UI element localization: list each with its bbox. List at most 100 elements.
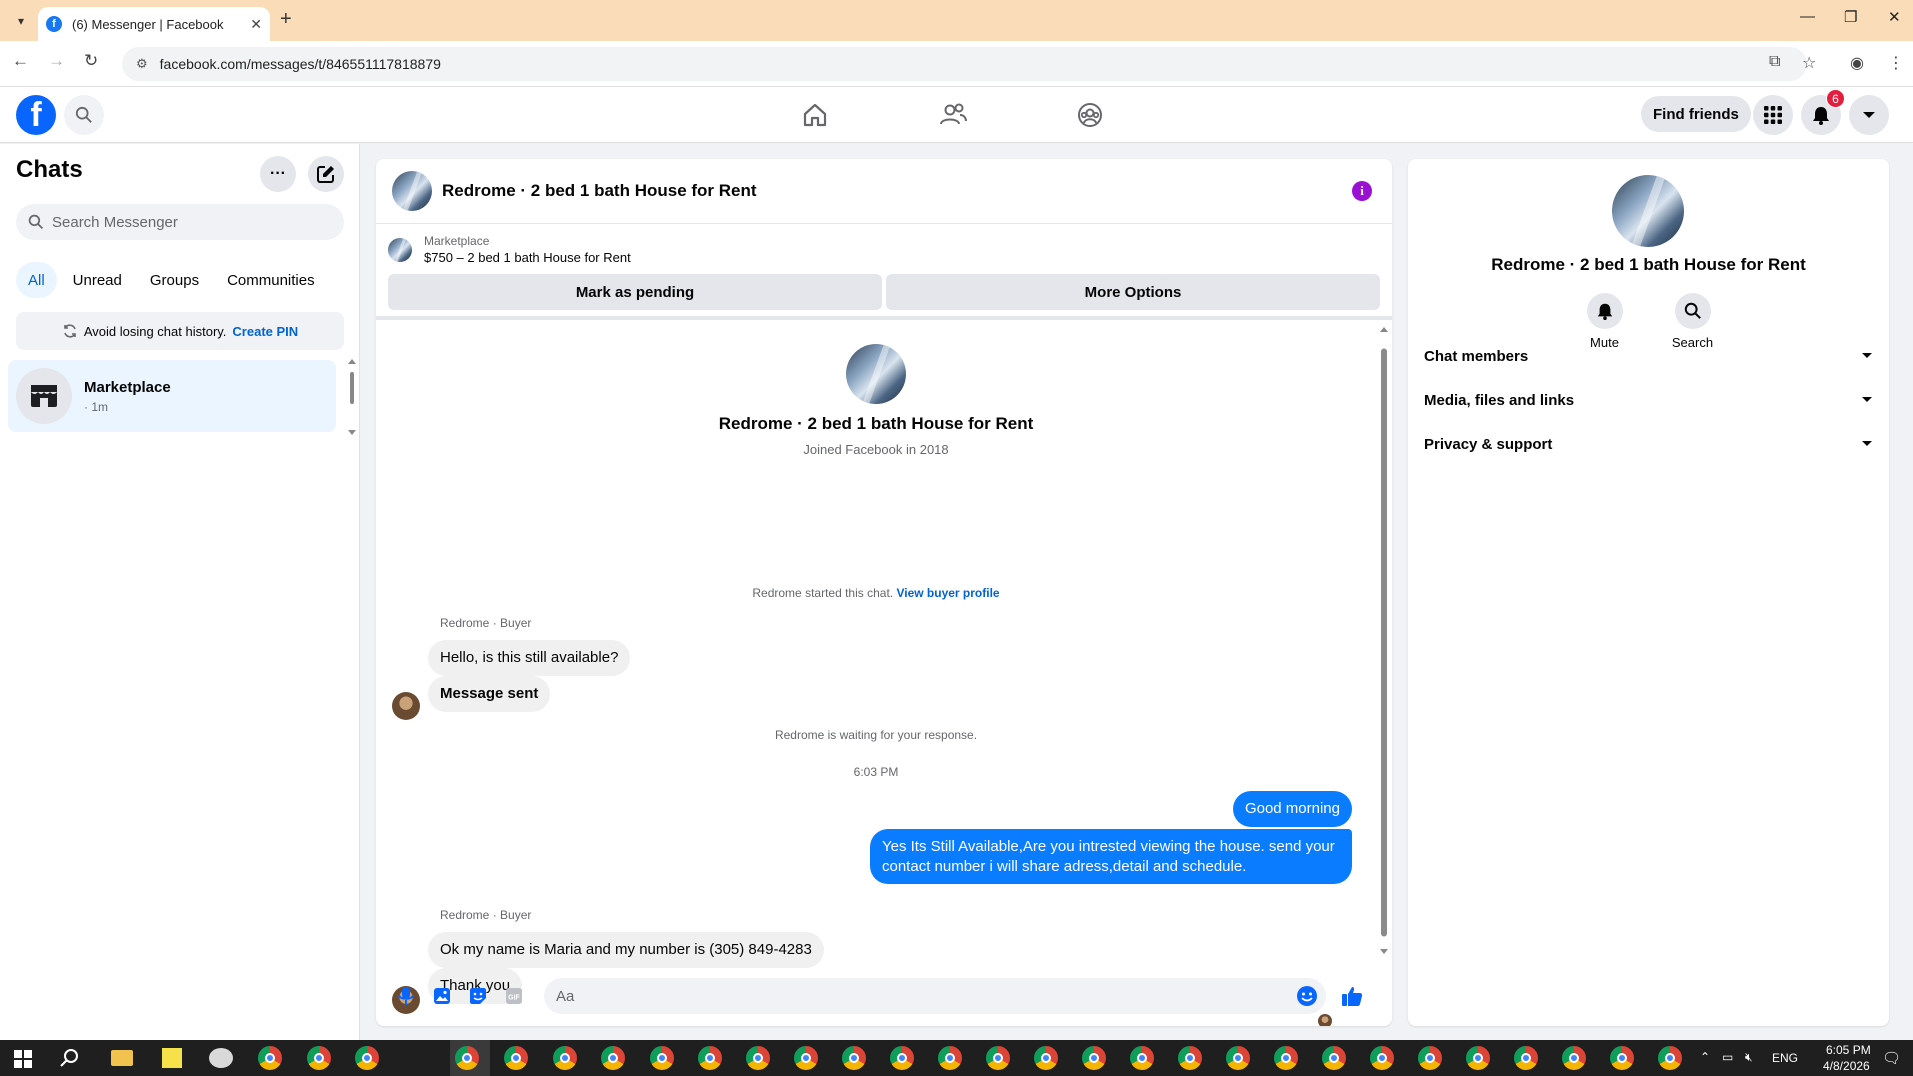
facebook-logo-icon[interactable]: f <box>16 95 56 135</box>
conversation-title[interactable]: Redrome · 2 bed 1 bath House for Rent <box>442 181 757 201</box>
incoming-message[interactable]: Message sent <box>428 676 551 712</box>
message-input[interactable] <box>556 987 1256 1005</box>
new-tab-icon[interactable]: + <box>280 8 292 31</box>
close-window-icon[interactable]: ✕ <box>1888 8 1901 26</box>
clock-date[interactable]: 4/8/2026 <box>1823 1059 1870 1073</box>
sticker-button[interactable] <box>460 978 496 1014</box>
listing-price[interactable]: $750 – 2 bed 1 bath House for Rent <box>424 250 631 265</box>
outgoing-message[interactable]: Good morning <box>1232 791 1352 827</box>
filter-groups[interactable]: Groups <box>138 262 211 298</box>
profile-icon[interactable]: ◉ <box>1850 53 1864 73</box>
sidebar-scrollbar[interactable] <box>348 358 356 438</box>
view-buyer-profile-link[interactable]: View buyer profile <box>896 586 999 600</box>
address-bar[interactable]: ⚙ facebook.com/messages/t/84655111781887… <box>122 47 1807 81</box>
message-input-wrapper[interactable] <box>544 978 1326 1014</box>
chrome-taskbar-icon[interactable] <box>986 1046 1010 1070</box>
chrome-taskbar-icon[interactable] <box>455 1046 479 1070</box>
filter-communities[interactable]: Communities <box>215 262 327 298</box>
outgoing-message[interactable]: Yes Its Still Available,Are you intreste… <box>870 829 1352 884</box>
emoji-button[interactable] <box>1296 985 1318 1012</box>
details-avatar[interactable] <box>1612 175 1684 247</box>
menu-button[interactable] <box>1753 95 1793 135</box>
filter-all[interactable]: All <box>16 262 57 298</box>
chrome-taskbar-icon[interactable] <box>842 1046 866 1070</box>
gif-button[interactable]: GIF <box>496 978 532 1014</box>
media-files-links-section[interactable]: Media, files and links <box>1416 378 1881 422</box>
chrome-taskbar-icon[interactable] <box>1418 1046 1442 1070</box>
forward-icon[interactable]: → <box>48 51 65 71</box>
conversation-avatar[interactable] <box>392 171 432 211</box>
groups-nav-button[interactable] <box>1076 101 1104 129</box>
like-button[interactable] <box>1334 978 1370 1014</box>
messenger-search[interactable] <box>16 204 344 240</box>
chrome-taskbar-icon[interactable] <box>307 1046 331 1070</box>
chrome-taskbar-icon[interactable] <box>938 1046 962 1070</box>
windows-start-icon[interactable] <box>14 1050 32 1068</box>
chrome-taskbar-icon[interactable] <box>794 1046 818 1070</box>
chrome-taskbar-icon[interactable] <box>504 1046 528 1070</box>
more-options-button[interactable]: More Options <box>886 274 1380 310</box>
new-message-button[interactable] <box>308 156 344 192</box>
file-explorer-icon[interactable] <box>111 1050 133 1066</box>
reload-icon[interactable]: ↻ <box>84 51 98 71</box>
chrome-taskbar-icon[interactable] <box>1370 1046 1394 1070</box>
bookmark-star-icon[interactable]: ☆ <box>1802 53 1816 73</box>
chrome-taskbar-icon[interactable] <box>1034 1046 1058 1070</box>
friends-nav-button[interactable] <box>939 101 967 129</box>
chrome-taskbar-icon[interactable] <box>1658 1046 1682 1070</box>
chrome-taskbar-icon[interactable] <box>1130 1046 1154 1070</box>
intro-avatar[interactable] <box>846 344 906 404</box>
account-button[interactable] <box>1849 95 1889 135</box>
chat-members-section[interactable]: Chat members <box>1416 334 1881 378</box>
chrome-taskbar-icon[interactable] <box>1274 1046 1298 1070</box>
paint-icon[interactable] <box>209 1048 233 1068</box>
mark-as-pending-button[interactable]: Mark as pending <box>388 274 882 310</box>
site-info-icon[interactable]: ⚙ <box>136 56 148 72</box>
chrome-taskbar-icon[interactable] <box>1610 1046 1634 1070</box>
privacy-support-section[interactable]: Privacy & support <box>1416 422 1881 466</box>
chrome-taskbar-icon[interactable] <box>1226 1046 1250 1070</box>
language-indicator[interactable]: ENG <box>1772 1051 1798 1065</box>
chrome-taskbar-icon[interactable] <box>890 1046 914 1070</box>
thread-scrollbar[interactable] <box>1376 324 1392 959</box>
chrome-taskbar-icon[interactable] <box>258 1046 282 1070</box>
notification-center-icon[interactable]: 🗨︎ <box>1882 1049 1901 1067</box>
network-icon[interactable]: ▭ <box>1722 1050 1733 1064</box>
minimize-icon[interactable]: — <box>1800 8 1815 25</box>
chrome-taskbar-icon[interactable] <box>355 1046 379 1070</box>
taskbar-search-icon[interactable] <box>60 1048 80 1068</box>
chrome-taskbar-icon[interactable] <box>553 1046 577 1070</box>
browser-menu-icon[interactable]: ⋮ <box>1888 53 1904 73</box>
search-messenger-input[interactable] <box>52 213 322 231</box>
chrome-taskbar-icon[interactable] <box>698 1046 722 1070</box>
sender-avatar[interactable] <box>392 692 420 720</box>
browser-tab[interactable]: f (6) Messenger | Facebook ✕ <box>38 7 270 41</box>
chrome-taskbar-icon[interactable] <box>1514 1046 1538 1070</box>
incoming-message[interactable]: Ok my name is Maria and my number is (30… <box>428 932 824 968</box>
clock-time[interactable]: 6:05 PM <box>1826 1043 1871 1057</box>
chrome-taskbar-icon[interactable] <box>650 1046 674 1070</box>
sticky-notes-icon[interactable] <box>162 1048 182 1068</box>
filter-unread[interactable]: Unread <box>61 262 134 298</box>
chrome-taskbar-icon[interactable] <box>601 1046 625 1070</box>
find-friends-button[interactable]: Find friends <box>1641 96 1751 132</box>
chats-options-button[interactable]: ··· <box>260 156 296 192</box>
listing-thumbnail[interactable] <box>388 237 412 262</box>
chrome-taskbar-icon[interactable] <box>1082 1046 1106 1070</box>
back-icon[interactable]: ← <box>12 51 29 71</box>
chrome-taskbar-icon[interactable] <box>1562 1046 1586 1070</box>
chrome-taskbar-icon[interactable] <box>1322 1046 1346 1070</box>
attach-media-button[interactable] <box>424 978 460 1014</box>
close-tab-icon[interactable]: ✕ <box>250 16 262 33</box>
facebook-search-button[interactable] <box>64 95 104 135</box>
chrome-taskbar-icon[interactable] <box>1178 1046 1202 1070</box>
install-app-icon[interactable]: ⧉ <box>1769 53 1780 71</box>
voice-clip-button[interactable] <box>388 978 424 1014</box>
incoming-message[interactable]: Hello, is this still available? <box>428 640 631 676</box>
tab-search-chevron-icon[interactable]: ▾ <box>10 10 32 32</box>
create-pin-link[interactable]: Create PIN <box>232 324 298 339</box>
chrome-taskbar-icon[interactable] <box>746 1046 770 1070</box>
restore-icon[interactable]: ❐ <box>1844 8 1857 26</box>
chrome-taskbar-icon[interactable] <box>1466 1046 1490 1070</box>
chat-list-item[interactable]: Marketplace · 1m <box>8 360 336 432</box>
